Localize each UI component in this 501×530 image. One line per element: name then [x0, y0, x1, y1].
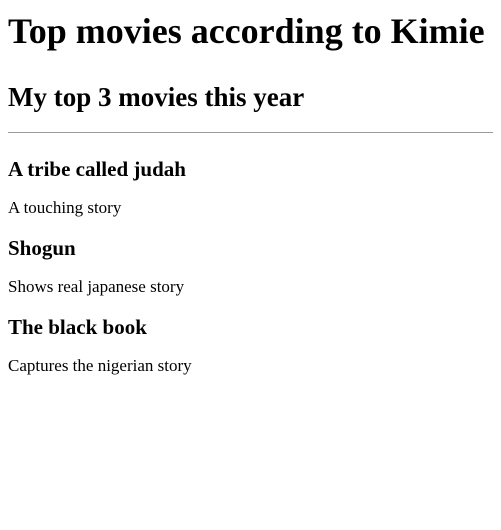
page-subtitle: My top 3 movies this year: [8, 82, 305, 112]
movie-item: Shogun Shows real japanese story: [8, 236, 493, 297]
divider: [8, 132, 493, 133]
movie-description: Shows real japanese story: [8, 277, 185, 296]
movie-item: The black book Captures the nigerian sto…: [8, 315, 493, 376]
movie-title: Shogun: [8, 236, 76, 260]
movie-description: Captures the nigerian story: [8, 356, 192, 375]
movie-description: A touching story: [8, 198, 122, 217]
movie-title: The black book: [8, 315, 147, 339]
movie-item: A tribe called judah A touching story: [8, 157, 493, 218]
page-content: Top movies according to Kimie My top 3 m…: [8, 0, 493, 376]
movie-list: A tribe called judah A touching story Sh…: [8, 157, 493, 376]
movie-title: A tribe called judah: [8, 157, 186, 181]
page-title: Top movies according to Kimie: [8, 11, 485, 51]
